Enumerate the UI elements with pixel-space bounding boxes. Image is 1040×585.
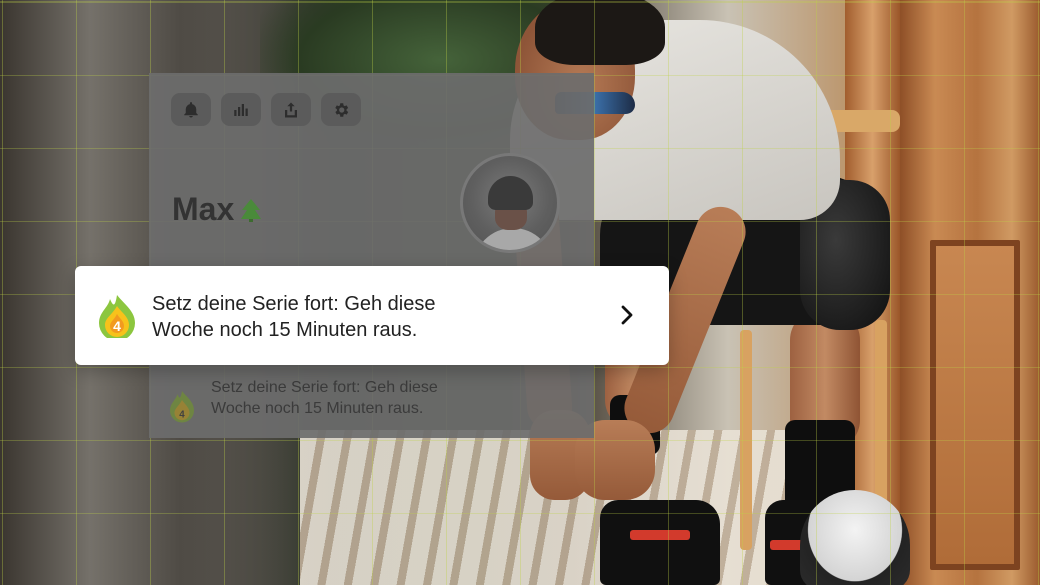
app-profile-panel: Max 4 Setz deine Serie fort: Geh diese W…: [149, 73, 594, 438]
avatar[interactable]: [460, 153, 560, 253]
streak-notification[interactable]: 4 Setz deine Serie fort: Geh diese Woche…: [75, 266, 669, 365]
notifications-button[interactable]: [171, 93, 211, 126]
streak-card-background-line1: Setz deine Serie fort: Geh diese: [211, 379, 438, 396]
profile-name: Max: [172, 191, 262, 228]
bell-icon: [184, 101, 198, 117]
settings-button[interactable]: [321, 93, 361, 126]
streak-card-background-text: Setz deine Serie fort: Geh diese Woche n…: [211, 377, 438, 419]
svg-text:4: 4: [113, 318, 121, 334]
chevron-right-icon[interactable]: [617, 303, 637, 327]
profile-toolbar: [171, 93, 361, 126]
notification-message: Setz deine Serie fort: Geh diese Woche n…: [152, 291, 612, 343]
share-icon: [285, 102, 297, 117]
flame-icon: 4: [99, 295, 135, 338]
gear-icon: [335, 102, 349, 117]
statistics-button[interactable]: [221, 93, 261, 126]
svg-text:4: 4: [179, 409, 185, 420]
share-button[interactable]: [271, 93, 311, 126]
streak-card-background-line2: Woche noch 15 Minuten raus.: [211, 400, 424, 417]
flame-icon: 4: [170, 391, 194, 423]
notification-line2: Woche noch 15 Minuten raus.: [152, 319, 418, 341]
streak-card-background: 4 Setz deine Serie fort: Geh diese Woche…: [167, 377, 577, 427]
notification-line1: Setz deine Serie fort: Geh diese: [152, 293, 436, 315]
profile-name-text: Max: [172, 191, 235, 227]
bar-chart-icon: [234, 103, 248, 116]
tree-icon: [241, 198, 262, 222]
